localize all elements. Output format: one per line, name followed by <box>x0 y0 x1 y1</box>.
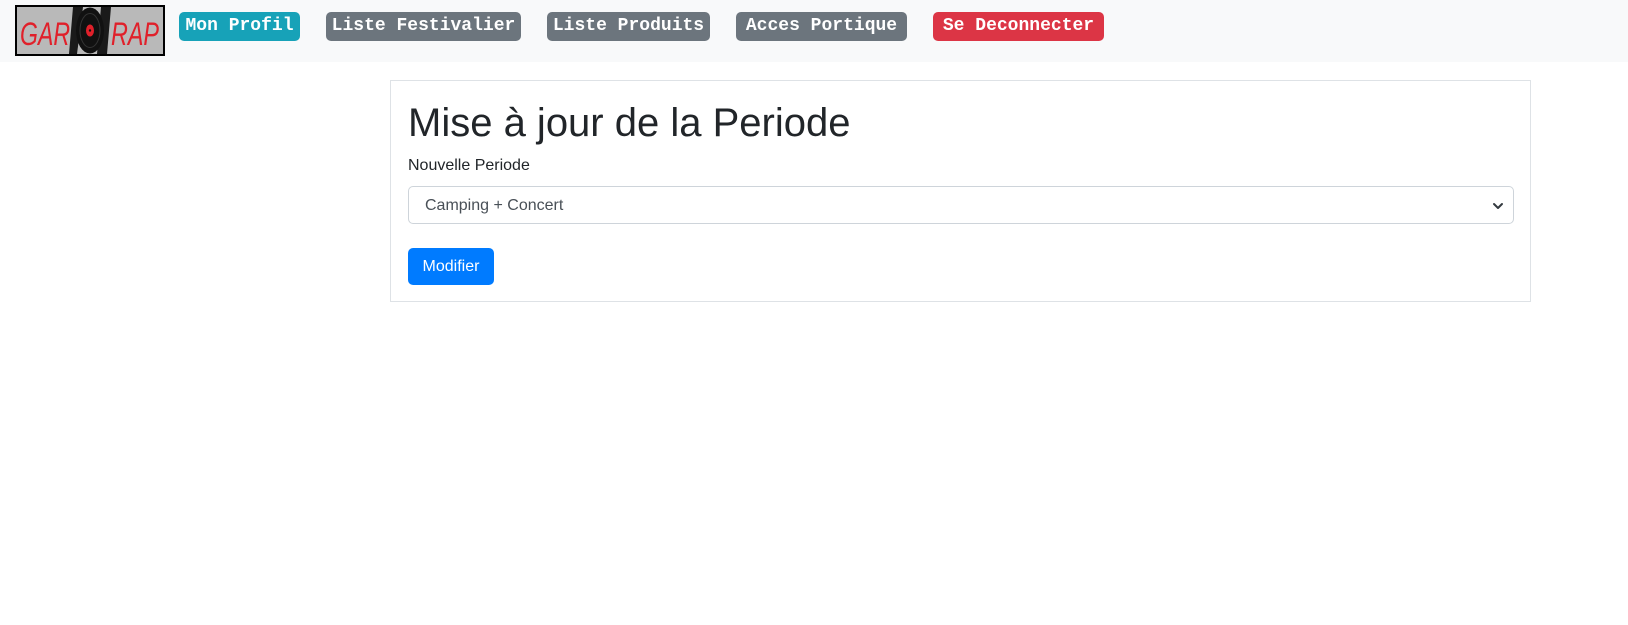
logo-text-left: GAR <box>20 16 70 52</box>
logo-text-right: RAP <box>111 16 159 52</box>
top-navbar: GAR RAP Mon Profil Liste Festivalier Lis… <box>0 0 1628 62</box>
acces-portique-button[interactable]: Acces Portique <box>736 12 907 41</box>
periode-field-label: Nouvelle Periode <box>408 157 530 174</box>
periode-select[interactable]: Camping + Concert <box>408 186 1514 224</box>
liste-produits-button[interactable]: Liste Produits <box>547 12 710 41</box>
chevron-down-icon <box>1493 203 1503 209</box>
modifier-button[interactable]: Modifier <box>408 248 494 285</box>
liste-festivalier-button[interactable]: Liste Festivalier <box>326 12 521 41</box>
vinyl-record-icon <box>76 7 104 54</box>
periode-select-value: Camping + Concert <box>425 197 564 214</box>
update-period-card: Mise à jour de la Periode Nouvelle Perio… <box>390 80 1531 302</box>
site-logo[interactable]: GAR RAP <box>15 5 165 56</box>
mon-profil-button[interactable]: Mon Profil <box>179 12 300 41</box>
se-deconnecter-button[interactable]: Se Deconnecter <box>933 12 1104 41</box>
logo-graphic: GAR RAP <box>17 7 163 54</box>
page-title: Mise à jour de la Periode <box>408 101 851 145</box>
